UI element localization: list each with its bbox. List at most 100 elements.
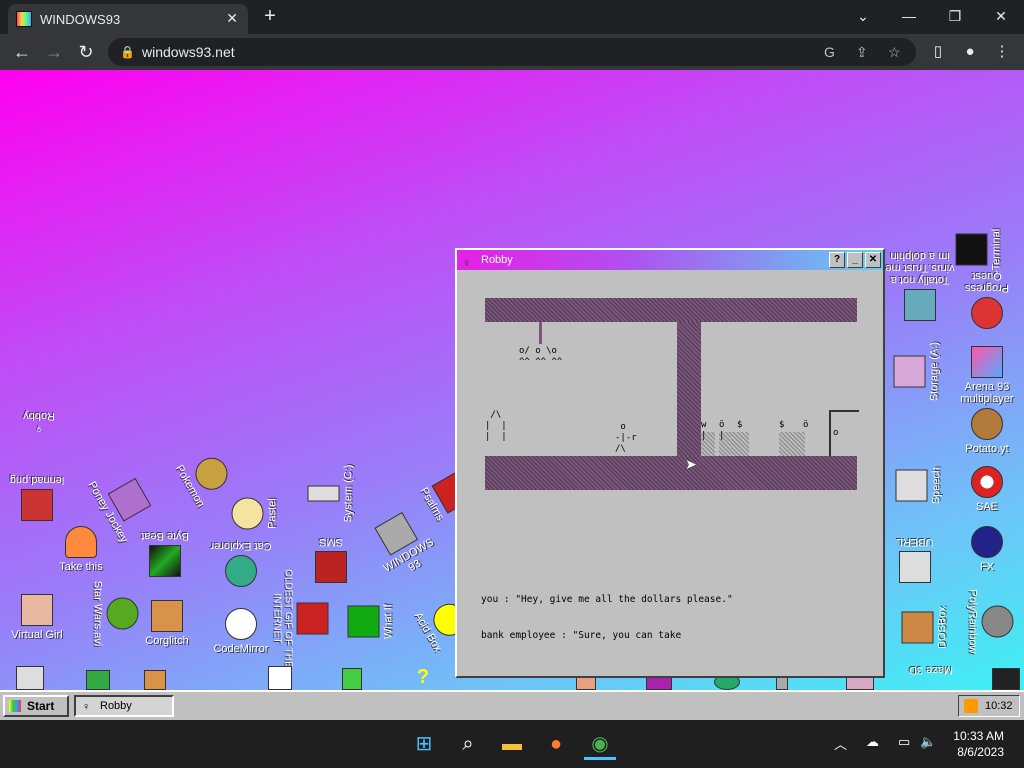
- desktop-icon-lennad[interactable]: lennad.png: [2, 474, 72, 521]
- start-button[interactable]: Start: [3, 695, 69, 717]
- hanging-rope: [539, 322, 542, 344]
- desktop-icon-dolphin[interactable]: Totally not a virus.Trust me im a dolphi…: [880, 250, 960, 321]
- tab-search-chevron-icon[interactable]: ⌄: [840, 2, 886, 30]
- close-button[interactable]: ✕: [865, 252, 881, 268]
- profile-icon[interactable]: ●: [956, 38, 984, 66]
- address-bar[interactable]: 🔒 windows93.net G ⇪ ☆: [108, 38, 916, 66]
- browser-tab-strip: WINDOWS93 ✕ + ⌄ — ❐ ✕: [0, 0, 1024, 34]
- rss-icon[interactable]: [964, 699, 978, 713]
- game-canvas[interactable]: o/ o \o ^^ ^^ ^^ /\ | | | | o -|-r /\ w …: [457, 270, 883, 676]
- lock-icon: 🔒: [120, 45, 135, 59]
- window-title: Robby: [481, 254, 513, 266]
- desktop-icon-speech[interactable]: Speech: [895, 451, 943, 521]
- desktop-icon-polyrainbow[interactable]: PolyRainbow: [967, 582, 1014, 662]
- desktop-icon-progress-quest[interactable]: Progress Quest: [952, 270, 1022, 329]
- waveform-icon: [149, 545, 181, 577]
- browser-tab[interactable]: WINDOWS93 ✕: [8, 4, 248, 34]
- cloud-offline-icon[interactable]: ☁: [866, 734, 879, 750]
- partial-app-icon[interactable]: [992, 668, 1020, 690]
- crossed-swords-icon: [971, 297, 1003, 329]
- windows93-logo-icon: [9, 700, 21, 712]
- desktop-icon-storage-a[interactable]: Storage (A:): [893, 337, 941, 407]
- back-arrow-icon[interactable]: ←: [8, 38, 36, 66]
- desktop-icon-uberl[interactable]: UBERL: [880, 536, 950, 583]
- desktop-icon-oldest-gif[interactable]: OLDEST GIF OF THE INTERNET: [272, 559, 329, 679]
- globe-cat-icon: [225, 555, 257, 587]
- windows-taskbar: ⊞ ⌕ ▬ ● ◉ ︿ ☁ ▭ 🔈 10:33 AM 8/6/2023: [0, 720, 1024, 768]
- firefox-icon[interactable]: ●: [540, 728, 572, 760]
- partial-app-icon[interactable]: [144, 670, 166, 690]
- question-mark-icon[interactable]: ?: [412, 666, 434, 690]
- help-button[interactable]: ?: [829, 252, 845, 268]
- cube-icon: [971, 346, 1003, 378]
- partial-app-icon[interactable]: [16, 666, 44, 690]
- desktop-icon-what-if[interactable]: What If: [347, 587, 395, 657]
- system-clock[interactable]: 10:33 AM 8/6/2023: [953, 728, 1004, 760]
- desktop-icon-system-c[interactable]: System (C:): [307, 459, 355, 529]
- minimize-button[interactable]: _: [847, 252, 863, 268]
- house-entrance: /\ | | | |: [485, 410, 507, 442]
- robby-titlebar[interactable]: ♀ Robby ? _ ✕: [457, 250, 883, 270]
- dialog-line: bank employee : "Sure, you can take: [481, 630, 682, 641]
- desktop-icon-maze3d[interactable]: Maze 3D: [896, 664, 966, 676]
- desktop-icon-corglitch[interactable]: Corglitch: [132, 600, 202, 647]
- chrome-icon[interactable]: ◉: [584, 728, 616, 760]
- menu-kebab-icon[interactable]: ⋮: [988, 38, 1016, 66]
- desktop-icon-arena93[interactable]: Arena 93 multiplayer: [952, 346, 1022, 405]
- ceiling-block: [485, 298, 857, 322]
- desktop-icon-sae[interactable]: SAE: [952, 466, 1022, 513]
- dolphin-icon: [904, 289, 936, 321]
- desktop-icon-cat-explorer[interactable]: Cat Explorer: [206, 540, 276, 587]
- new-tab-button[interactable]: +: [258, 5, 282, 29]
- window-minimize-button[interactable]: —: [886, 2, 932, 30]
- gif-file-icon: [296, 602, 329, 635]
- url-text: windows93.net: [142, 44, 235, 60]
- window-close-button[interactable]: ✕: [978, 2, 1024, 30]
- image-file-icon: [21, 489, 53, 521]
- bookmark-star-icon[interactable]: ☆: [888, 38, 901, 66]
- desktop-icon-potato[interactable]: Potato.yt: [952, 408, 1022, 455]
- potato-icon: [971, 408, 1003, 440]
- dollar-sign: $: [779, 420, 785, 430]
- speaker-icon: [895, 469, 928, 502]
- w93-clock[interactable]: 10:32: [958, 695, 1020, 717]
- windows-start-icon[interactable]: ⊞: [408, 728, 440, 760]
- robby-window[interactable]: ♀ Robby ? _ ✕ o/ o \o ^^ ^^ ^^ /\ | | | …: [455, 248, 885, 678]
- reload-icon[interactable]: ↻: [72, 38, 100, 66]
- side-panel-icon[interactable]: ▯: [924, 38, 952, 66]
- desktop-icon-robby[interactable]: ♀ Robby: [4, 410, 74, 436]
- partial-app-icon[interactable]: [342, 668, 362, 690]
- file-explorer-icon[interactable]: ▬: [496, 728, 528, 760]
- w93-taskbar: Start ♀ Robby 10:32: [0, 690, 1024, 720]
- network-icon[interactable]: ▭: [898, 734, 910, 750]
- dollar-sign: $: [737, 420, 743, 430]
- window-restore-button[interactable]: ❐: [932, 2, 978, 30]
- partial-app-icon[interactable]: [86, 670, 110, 690]
- desktop-icon-take-this[interactable]: Take this: [46, 526, 116, 573]
- partial-app-icon[interactable]: [268, 666, 292, 690]
- desktop-icon-virtual-girl[interactable]: Virtual Girl: [2, 594, 72, 641]
- bank-teller: w |: [701, 420, 707, 441]
- mouse-cursor-icon: ➤: [685, 456, 697, 472]
- audio-file-icon: [899, 551, 931, 583]
- desktop-icon-byte-beat[interactable]: Byte Beat: [130, 530, 200, 577]
- desktop-icon-fx[interactable]: FX: [952, 526, 1022, 573]
- search-icon[interactable]: ⌕: [452, 728, 484, 760]
- volume-icon[interactable]: 🔈: [920, 734, 936, 750]
- robby-stick-icon: ♀: [82, 701, 91, 713]
- chevron-up-icon[interactable]: ︿: [834, 734, 847, 753]
- amiga-ball-icon: [971, 466, 1003, 498]
- money-box: [779, 432, 805, 456]
- forward-arrow-icon[interactable]: →: [40, 38, 68, 66]
- share-icon[interactable]: ⇪: [856, 38, 868, 66]
- partial-app-icon[interactable]: [846, 676, 874, 690]
- desktop-icon-pastel[interactable]: Pastel: [231, 479, 279, 549]
- google-lens-icon[interactable]: G: [824, 38, 835, 66]
- dialog-text: you : "Hey, give me all the dollars plea…: [481, 570, 733, 666]
- atom-icon: [971, 526, 1003, 558]
- money-box: [731, 432, 749, 456]
- tab-close-icon[interactable]: ✕: [226, 10, 238, 27]
- desktop-icon-codemirror[interactable]: CodeMirror: [206, 608, 276, 655]
- desktop-icon-dosbox[interactable]: DOSBox: [901, 593, 949, 663]
- taskbar-item-robby[interactable]: ♀ Robby: [74, 695, 174, 717]
